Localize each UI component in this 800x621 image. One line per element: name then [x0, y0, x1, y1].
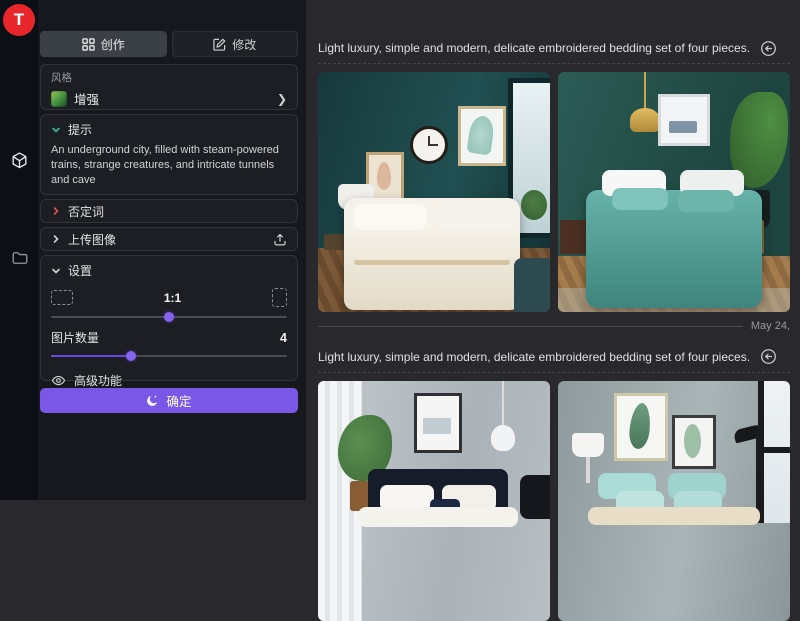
negative-words-label: 否定词 — [68, 203, 104, 220]
generation-date: May 24, — [751, 320, 790, 332]
scene-table-lamp — [572, 433, 604, 457]
style-section: 风格 增强 ❯ — [40, 64, 298, 110]
divider — [318, 326, 743, 327]
style-thumbnail — [51, 91, 67, 107]
prompt-input[interactable]: An underground city, filled with steam-p… — [51, 143, 287, 188]
generation-prompt: Light luxury, simple and modern, delicat… — [318, 41, 750, 55]
upload-image-section[interactable]: 上传图像 — [40, 227, 298, 251]
mode-tabs: 创作 修改 — [40, 31, 298, 57]
upload-image-label: 上传图像 — [68, 231, 116, 248]
chevron-right-icon — [51, 206, 61, 216]
advanced-features-label: 高级功能 — [74, 372, 122, 389]
scene-plant — [521, 190, 547, 220]
scene-art-frame — [614, 393, 668, 461]
scene-bed — [586, 190, 762, 308]
generation-meta: May 24, — [318, 317, 790, 335]
negative-words-section[interactable]: 否定词 — [40, 199, 298, 223]
cube-icon[interactable] — [10, 151, 29, 170]
style-section-label: 风格 — [51, 70, 287, 85]
generation-prompt: Light luxury, simple and modern, delicat… — [318, 350, 750, 364]
scene-armchair — [514, 258, 550, 312]
generated-image[interactable] — [558, 72, 790, 312]
scene-art-frame — [414, 393, 462, 453]
scene-pendant-lamp — [491, 425, 515, 451]
upload-icon[interactable] — [273, 232, 287, 246]
generation-row — [318, 381, 790, 621]
tab-create-label: 创作 — [101, 36, 125, 53]
sidebar: 创作 修改 风格 增强 ❯ 提示 An underground city, fi… — [38, 0, 306, 500]
landscape-ratio-icon — [51, 290, 73, 305]
gallery: Light luxury, simple and modern, delicat… — [306, 0, 800, 500]
confirm-button-label: 确定 — [166, 391, 191, 410]
image-count-value: 4 — [280, 331, 287, 345]
folder-icon[interactable] — [10, 248, 29, 267]
prompt-section: 提示 An underground city, filled with stea… — [40, 114, 298, 195]
scene-armchair — [520, 475, 550, 519]
aspect-ratio-value: 1:1 — [164, 291, 181, 305]
tab-modify-label: 修改 — [232, 36, 256, 53]
settings-section-label: 设置 — [68, 262, 92, 279]
scene-duvet-trim — [354, 260, 510, 265]
generated-image[interactable] — [558, 381, 790, 621]
settings-section-header[interactable]: 设置 — [51, 262, 287, 279]
reuse-prompt-icon[interactable] — [760, 348, 777, 365]
edit-icon — [213, 38, 226, 51]
prompt-section-label: 提示 — [68, 121, 92, 138]
scene-duvet — [588, 507, 760, 525]
scene-wall-clock — [410, 126, 448, 164]
aspect-ratio-slider[interactable] — [51, 312, 287, 322]
style-selector[interactable]: 增强 ❯ — [51, 89, 287, 108]
chevron-right-icon: ❯ — [277, 93, 287, 105]
aspect-ratio-row: 1:1 — [51, 288, 287, 307]
scene-art-frame — [672, 415, 716, 469]
scene-lamp-cord — [502, 381, 504, 427]
scene-pillows — [612, 188, 668, 210]
scene-art-frame — [458, 106, 506, 166]
generation-header: Light luxury, simple and modern, delicat… — [318, 341, 790, 373]
generation-header: Light luxury, simple and modern, delicat… — [318, 33, 790, 64]
scene-art-frame — [658, 94, 710, 146]
image-count-slider-handle[interactable] — [126, 351, 136, 361]
aspect-ratio-slider-handle[interactable] — [164, 312, 174, 322]
generation-row — [318, 72, 790, 312]
tab-create[interactable]: 创作 — [40, 31, 167, 57]
prompt-section-header[interactable]: 提示 — [51, 121, 287, 138]
app-rail: T — [0, 0, 38, 500]
grid-icon — [82, 38, 95, 51]
style-value: 增强 — [74, 89, 270, 108]
tab-modify[interactable]: 修改 — [172, 31, 299, 57]
image-count-slider[interactable] — [51, 351, 287, 361]
scene-pillows — [354, 204, 426, 230]
scene-lamp-stem — [586, 457, 590, 483]
portrait-ratio-icon — [272, 288, 287, 307]
image-count-row: 图片数量 4 — [51, 329, 287, 346]
scene-bed — [344, 198, 520, 310]
moon-sparkle-icon — [146, 394, 159, 407]
scene-window-bar — [764, 447, 790, 453]
generated-image[interactable] — [318, 72, 550, 312]
settings-section: 设置 1:1 图片数量 4 高级功能 — [40, 255, 298, 381]
confirm-button[interactable]: 确定 — [40, 388, 298, 413]
chevron-down-icon — [51, 266, 61, 276]
logo-letter: T — [14, 10, 24, 30]
image-count-label: 图片数量 — [51, 329, 99, 346]
scene-pendant-lamp — [630, 108, 660, 132]
eye-icon — [51, 373, 66, 388]
chevron-down-icon — [51, 125, 61, 135]
scene-lamp-cord — [644, 72, 646, 110]
chevron-right-icon — [51, 234, 61, 244]
generated-image[interactable] — [318, 381, 550, 621]
app-logo[interactable]: T — [3, 4, 35, 36]
scene-duvet — [358, 507, 518, 527]
advanced-features-row[interactable]: 高级功能 — [51, 372, 287, 389]
reuse-prompt-icon[interactable] — [760, 40, 777, 57]
